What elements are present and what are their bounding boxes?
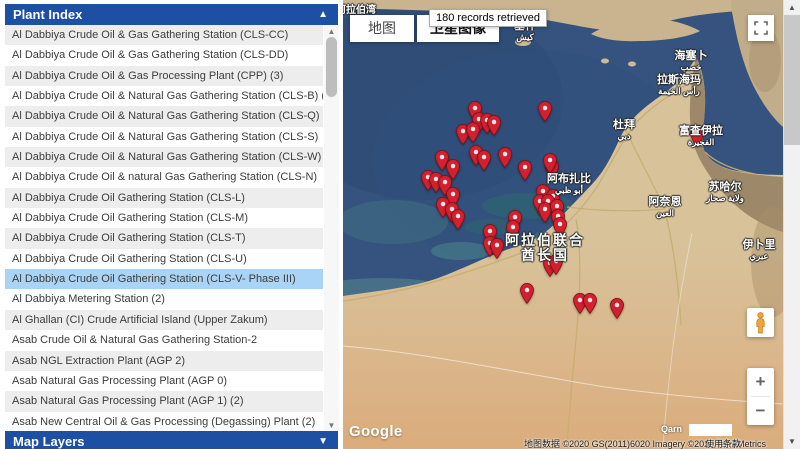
list-item[interactable]: Al Dabbiya Crude Oil & Gas Gathering Sta…	[5, 45, 323, 65]
plant-list: Al Dabbiya Crude Oil & Gas Gathering Sta…	[5, 25, 323, 432]
list-item[interactable]: Al Dabbiya Crude Oil & Gas Processing Pl…	[5, 66, 323, 86]
map-marker[interactable]	[518, 160, 532, 181]
map-marker[interactable]	[506, 220, 520, 241]
map-marker[interactable]	[451, 209, 465, 230]
list-item[interactable]: Al Dabbiya Crude Oil & natural Gas Gathe…	[5, 167, 323, 187]
page-scroll-up-icon[interactable]: ▲	[784, 0, 800, 15]
list-item[interactable]: Al Dabbiya Crude Oil Gathering Station (…	[5, 249, 323, 269]
plant-index-title: Plant Index	[13, 7, 82, 22]
map-marker[interactable]	[690, 126, 704, 147]
records-tooltip: 180 records retrieved	[429, 9, 547, 27]
list-item[interactable]: Al Dabbiya Crude Oil Gathering Station (…	[5, 228, 323, 248]
map-layers-title: Map Layers	[13, 434, 85, 449]
collapse-arrow-icon[interactable]: ▲	[318, 4, 328, 25]
list-item[interactable]: Al Dabbiya Crude Oil Gathering Station (…	[5, 208, 323, 228]
page-scrollbar[interactable]: ▲ ▼	[783, 0, 800, 449]
plant-index-header[interactable]: Plant Index ▲	[5, 4, 338, 25]
sidebar: Plant Index ▲ Al Dabbiya Crude Oil & Gas…	[0, 0, 343, 449]
page-scrollbar-thumb[interactable]	[784, 15, 800, 145]
list-item[interactable]: Al Dabbiya Crude Oil & Natural Gas Gathe…	[5, 106, 323, 126]
map-marker[interactable]	[583, 293, 597, 314]
list-item[interactable]: Al Ghallan (CI) Crude Artificial Island …	[5, 310, 323, 330]
map-type-map-button[interactable]: 地图	[350, 15, 414, 42]
attribution-box	[689, 424, 732, 436]
map-layers-header[interactable]: Map Layers ▼	[5, 431, 338, 449]
scrollbar-thumb[interactable]	[326, 37, 337, 97]
list-item[interactable]: Al Dabbiya Crude Oil & Natural Gas Gathe…	[5, 147, 323, 167]
list-item[interactable]: Asab Natural Gas Processing Plant (AGP 0…	[5, 371, 323, 391]
map-marker[interactable]	[549, 254, 563, 275]
pegman-icon	[753, 312, 768, 334]
map-marker[interactable]	[610, 298, 624, 319]
map-marker[interactable]	[553, 217, 567, 238]
list-item[interactable]: Asab New Central Oil & Gas Processing (D…	[5, 412, 323, 432]
map-marker[interactable]	[520, 283, 534, 304]
map-marker[interactable]	[538, 101, 552, 122]
zoom-out-button[interactable]: −	[747, 397, 774, 425]
map-marker[interactable]	[477, 150, 491, 171]
list-item[interactable]: Asab Natural Gas Processing Plant (AGP 1…	[5, 391, 323, 411]
map-canvas[interactable]: 阿拉伯湾 基什كيش海塞卜خصب拉斯海玛رأس الخيمة杜拜دبي富查伊拉ا…	[343, 0, 783, 449]
list-item[interactable]: Asab NGL Extraction Plant (AGP 2)	[5, 351, 323, 371]
list-item[interactable]: Asab Crude Oil & Natural Gas Gathering S…	[5, 330, 323, 350]
partial-place-label: Qarn	[661, 424, 682, 434]
list-item[interactable]: Al Dabbiya Crude Oil Gathering Station (…	[5, 269, 323, 289]
application-window: Plant Index ▲ Al Dabbiya Crude Oil & Gas…	[0, 0, 800, 449]
plant-list-scrollbar[interactable]: ▲ ▼	[324, 25, 339, 432]
terms-of-use-link[interactable]: 使用条款	[705, 437, 741, 449]
expand-arrow-icon[interactable]: ▼	[318, 431, 328, 449]
map-marker[interactable]	[466, 122, 480, 143]
map-attribution: 地图数据 ©2020 GS(2011)6020 Imagery ©2020 Te…	[343, 437, 783, 449]
zoom-in-button[interactable]: +	[747, 368, 774, 396]
map-marker[interactable]	[487, 115, 501, 136]
map-marker[interactable]	[543, 153, 557, 174]
pegman-button[interactable]	[747, 308, 774, 337]
sea-label: 阿拉伯湾	[343, 1, 376, 16]
list-item[interactable]: Al Dabbiya Crude Oil Gathering Station (…	[5, 188, 323, 208]
list-item[interactable]: Al Dabbiya Crude Oil & Natural Gas Gathe…	[5, 86, 323, 106]
map-marker[interactable]	[498, 147, 512, 168]
zoom-control: + −	[747, 368, 774, 425]
fullscreen-button[interactable]	[748, 15, 774, 41]
list-item[interactable]: Al Dabbiya Crude Oil & Natural Gas Gathe…	[5, 127, 323, 147]
page-scroll-down-icon[interactable]: ▼	[784, 434, 800, 449]
map-marker[interactable]	[490, 238, 504, 259]
list-item[interactable]: Al Dabbiya Crude Oil & Gas Gathering Sta…	[5, 25, 323, 45]
list-item[interactable]: Al Dabbiya Metering Station (2)	[5, 289, 323, 309]
fullscreen-icon	[753, 20, 769, 36]
